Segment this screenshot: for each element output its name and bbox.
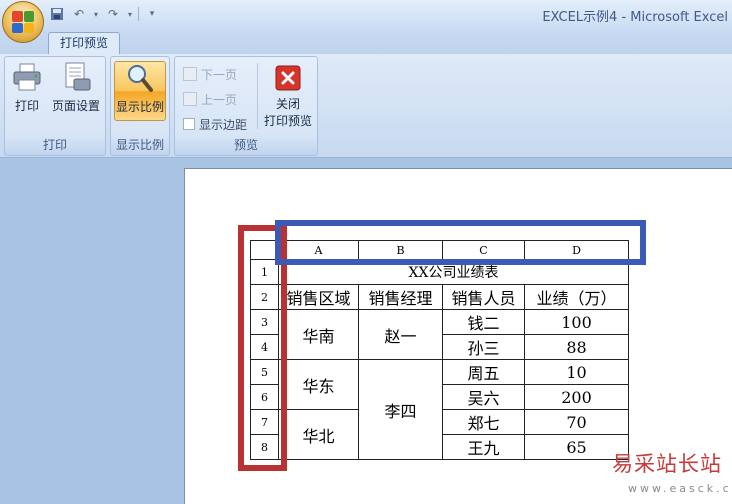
customize-qat-icon[interactable]: ▾: [143, 5, 161, 23]
group-preview-label: 预览: [233, 138, 258, 152]
amount-cell: 88: [524, 334, 629, 360]
salesperson-cell: 钱二: [442, 309, 525, 335]
region-cell: 华东: [278, 359, 359, 410]
office-logo-icon: [12, 11, 34, 33]
checkbox-icon: [183, 118, 195, 130]
magnifier-icon: [124, 62, 156, 94]
quick-access-toolbar: ↶ ▾ ↷ ▾ ▾: [48, 5, 161, 23]
redo-dropdown-icon[interactable]: ▾: [126, 5, 134, 23]
amount-cell: 200: [524, 384, 629, 410]
group-zoom-label: 显示比例: [115, 138, 164, 152]
ribbon-tab-row: 打印预览: [0, 30, 732, 54]
header-cell: 销售区域: [278, 284, 359, 310]
manager-cell: 赵一: [358, 309, 443, 360]
next-page-label: 下一页: [201, 67, 238, 82]
print-button[interactable]: 打印: [9, 61, 45, 121]
group-zoom: 显示比例 显示比例: [110, 56, 170, 156]
print-button-label: 打印: [14, 99, 39, 113]
salesperson-cell: 吴六: [442, 384, 525, 410]
title-bar: ↶ ▾ ↷ ▾ ▾ EXCEL示例4 - Microsoft Excel: [0, 0, 732, 43]
next-page-icon: [183, 67, 197, 81]
salesperson-cell: 周五: [442, 359, 525, 385]
group-preview: 下一页 上一页 显示边距 关闭 打印预览 预览: [174, 56, 318, 156]
header-cell: 销售经理: [358, 284, 443, 310]
page-setup-button[interactable]: 页面设置: [49, 61, 103, 121]
page-setup-icon: [60, 61, 92, 93]
group-print: 打印 页面设置 打印: [4, 56, 106, 156]
undo-dropdown-icon[interactable]: ▾: [92, 5, 100, 23]
header-cell: 销售人员: [442, 284, 525, 310]
zoom-button[interactable]: 显示比例: [114, 61, 166, 121]
prev-page-icon: [183, 92, 197, 106]
qat-separator: [138, 7, 139, 21]
close-label-2: 打印预览: [263, 114, 312, 128]
zoom-button-label: 显示比例: [115, 100, 164, 114]
region-cell: 华南: [278, 309, 359, 360]
amount-cell: 10: [524, 359, 629, 385]
next-page-button[interactable]: 下一页: [183, 65, 237, 83]
prev-page-button[interactable]: 上一页: [183, 90, 237, 108]
printer-icon: [11, 61, 43, 93]
header-cell: 业绩（万）: [524, 284, 629, 310]
column-headers-highlight: [275, 220, 646, 265]
manager-cell: 李四: [358, 359, 443, 460]
office-button[interactable]: [2, 1, 44, 43]
close-preview-button[interactable]: 关闭 打印预览: [261, 61, 315, 128]
prev-page-label: 上一页: [201, 92, 238, 107]
show-margins-label: 显示边距: [199, 117, 248, 132]
watermark-url: www.easck.com: [628, 482, 732, 495]
redo-icon[interactable]: ↷: [104, 5, 122, 23]
undo-icon[interactable]: ↶: [70, 5, 88, 23]
page-setup-label: 页面设置: [51, 99, 100, 113]
ribbon: 打印 页面设置 打印 显示比例 显示比例 下一页 上一页 显示边距 关闭 打印预…: [0, 54, 732, 158]
amount-cell: 70: [524, 409, 629, 435]
spreadsheet-preview: A B C D 1 XX公司业绩表 2 销售区域 销售经理 销售人员 业绩（万）…: [250, 240, 629, 460]
show-margins-checkbox[interactable]: 显示边距: [183, 115, 247, 133]
close-icon: [275, 65, 301, 91]
amount-cell: 100: [524, 309, 629, 335]
salesperson-cell: 郑七: [442, 409, 525, 435]
save-icon[interactable]: [48, 5, 66, 23]
salesperson-cell: 孙三: [442, 334, 525, 360]
window-title: EXCEL示例4 - Microsoft Excel: [542, 10, 728, 25]
region-cell: 华北: [278, 409, 359, 460]
group-print-label: 打印: [42, 138, 67, 152]
watermark-title: 易采站长站: [612, 452, 722, 476]
tab-print-preview[interactable]: 打印预览: [48, 32, 120, 54]
salesperson-cell: 王九: [442, 434, 525, 460]
close-label-1: 关闭: [275, 97, 300, 111]
group-divider: [257, 63, 258, 129]
